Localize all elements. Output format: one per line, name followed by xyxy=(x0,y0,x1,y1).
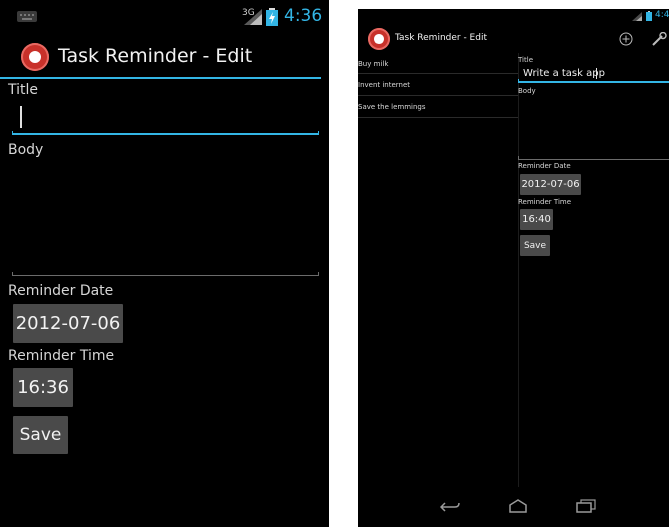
reminder-date-label: Reminder Date xyxy=(8,283,114,299)
phone-screen-portrait: 3G 4:36 Task Reminder - Edit Title Body … xyxy=(0,0,329,527)
add-icon[interactable] xyxy=(619,32,633,46)
list-divider xyxy=(358,117,518,118)
action-bar: Task Reminder - Edit xyxy=(358,25,669,55)
list-item[interactable]: Invent internet xyxy=(358,81,518,89)
list-item[interactable]: Buy milk xyxy=(358,60,518,68)
back-icon[interactable] xyxy=(440,501,460,513)
reminder-date-button[interactable]: 2012-07-06 xyxy=(13,304,123,343)
body-input[interactable] xyxy=(12,160,319,276)
list-item[interactable]: Save the lemmings xyxy=(358,103,518,111)
app-icon[interactable] xyxy=(21,43,49,71)
list-divider xyxy=(358,95,518,96)
recent-apps-icon[interactable] xyxy=(576,499,596,513)
body-input[interactable] xyxy=(518,97,669,160)
reminder-time-label: Reminder Time xyxy=(8,348,115,364)
clock: 4:36 xyxy=(284,6,323,26)
clock: 4:4 xyxy=(655,10,669,20)
body-label: Body xyxy=(518,87,536,95)
title-label: Title xyxy=(8,82,39,98)
save-button[interactable]: Save xyxy=(520,235,550,256)
title-input[interactable] xyxy=(12,102,319,135)
app-icon[interactable] xyxy=(368,28,390,50)
status-bar: 3G 4:36 xyxy=(0,0,329,30)
signal-strength-icon xyxy=(632,12,642,21)
signal-strength-icon xyxy=(244,9,262,25)
navigation-bar xyxy=(358,487,669,527)
reminder-time-button[interactable]: 16:36 xyxy=(13,368,73,407)
action-bar-title: Task Reminder - Edit xyxy=(395,33,487,43)
text-cursor xyxy=(596,68,597,79)
home-icon[interactable] xyxy=(508,499,528,513)
action-bar-title: Task Reminder - Edit xyxy=(58,45,253,67)
text-cursor xyxy=(20,106,22,128)
phone-screen-tablet-layout: 4:4 Task Reminder - Edit Buy milk Invent… xyxy=(358,9,669,527)
battery-charging-icon xyxy=(646,11,652,21)
reminder-date-button[interactable]: 2012-07-06 xyxy=(520,174,581,195)
status-bar: 4:4 xyxy=(358,9,669,25)
title-input[interactable]: Write a task app xyxy=(518,65,669,83)
reminder-time-label: Reminder Time xyxy=(518,198,572,206)
body-label: Body xyxy=(8,142,44,158)
title-label: Title xyxy=(518,56,534,64)
save-button[interactable]: Save xyxy=(13,416,68,454)
settings-wrench-icon[interactable] xyxy=(651,32,667,46)
reminder-date-label: Reminder Date xyxy=(518,162,571,170)
list-divider xyxy=(358,73,518,74)
action-bar: Task Reminder - Edit xyxy=(0,38,329,76)
reminder-time-button[interactable]: 16:40 xyxy=(520,209,553,230)
keyboard-notification-icon xyxy=(17,11,37,22)
battery-charging-icon xyxy=(266,8,278,26)
action-bar-divider xyxy=(0,77,321,79)
